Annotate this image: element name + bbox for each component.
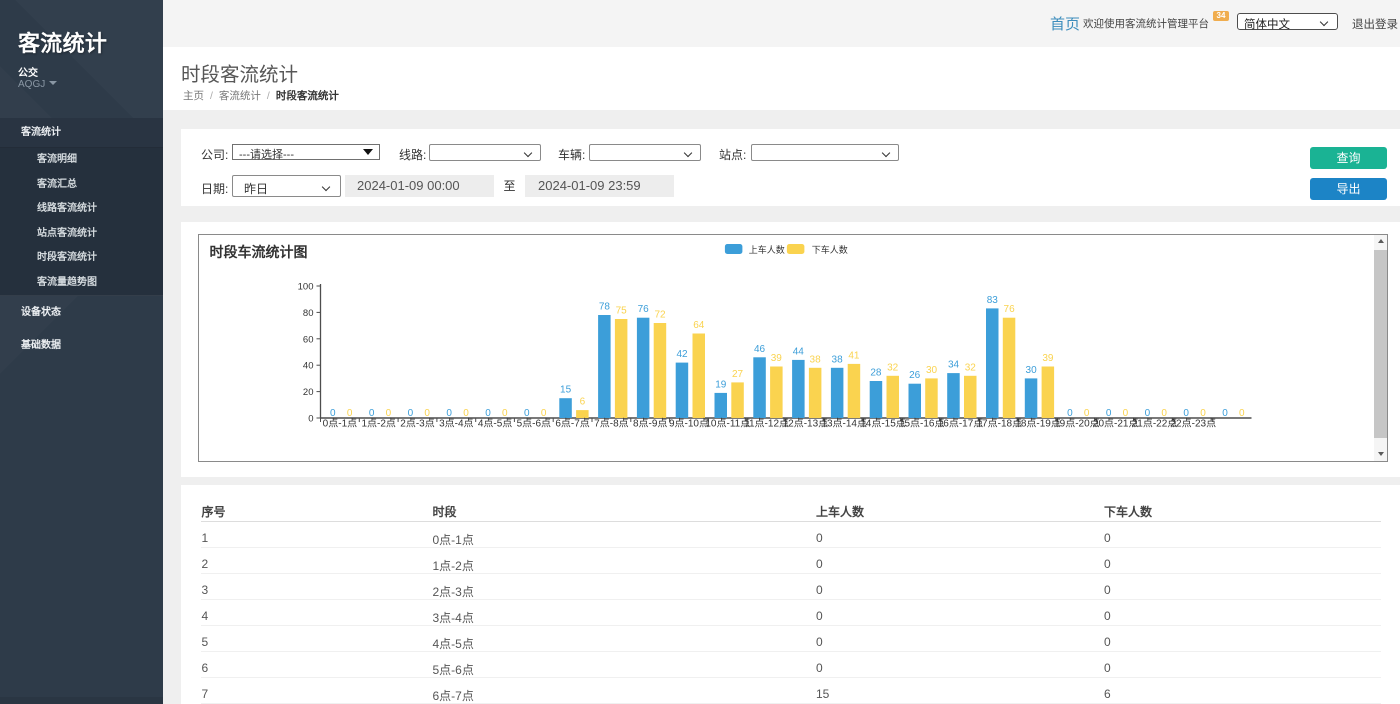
svg-text:0: 0 <box>1200 408 1206 419</box>
svg-text:46: 46 <box>753 344 765 355</box>
svg-text:75: 75 <box>615 306 627 317</box>
svg-text:32: 32 <box>964 362 976 373</box>
svg-text:64: 64 <box>693 320 705 331</box>
svg-text:0: 0 <box>368 408 374 419</box>
svg-text:9点-10点: 9点-10点 <box>668 418 708 430</box>
svg-text:0: 0 <box>346 408 352 419</box>
svg-text:27: 27 <box>731 369 743 380</box>
svg-text:0点-1点: 0点-1点 <box>322 418 356 430</box>
svg-text:0: 0 <box>1239 408 1245 419</box>
svg-text:7点-8点: 7点-8点 <box>594 418 628 430</box>
svg-text:0: 0 <box>385 408 391 419</box>
svg-text:76: 76 <box>1003 304 1015 315</box>
svg-text:32: 32 <box>887 362 899 373</box>
svg-text:4点-5点: 4点-5点 <box>477 418 511 430</box>
svg-text:60: 60 <box>302 334 313 345</box>
svg-text:0: 0 <box>524 408 530 419</box>
svg-text:0: 0 <box>407 408 413 419</box>
svg-text:78: 78 <box>598 302 610 313</box>
svg-text:0: 0 <box>1067 408 1073 419</box>
svg-text:20: 20 <box>302 387 313 398</box>
svg-text:42: 42 <box>676 349 688 360</box>
svg-text:28: 28 <box>870 368 882 379</box>
svg-text:0: 0 <box>1183 408 1189 419</box>
svg-text:0: 0 <box>502 408 508 419</box>
svg-text:80: 80 <box>302 308 313 319</box>
svg-text:40: 40 <box>302 361 313 372</box>
svg-text:0: 0 <box>330 408 336 419</box>
svg-text:39: 39 <box>1042 353 1054 364</box>
svg-text:8点-9点: 8点-9点 <box>632 418 666 430</box>
svg-text:34: 34 <box>947 360 959 371</box>
svg-text:30: 30 <box>1025 365 1037 376</box>
svg-text:5点-6点: 5点-6点 <box>516 418 550 430</box>
svg-text:39: 39 <box>770 353 782 364</box>
svg-text:83: 83 <box>986 295 998 306</box>
svg-text:6点-7点: 6点-7点 <box>555 418 589 430</box>
svg-text:44: 44 <box>792 346 804 357</box>
svg-text:0: 0 <box>485 408 491 419</box>
svg-text:22点-23点: 22点-23点 <box>1170 418 1216 430</box>
svg-text:41: 41 <box>848 350 860 361</box>
svg-text:0: 0 <box>424 408 430 419</box>
svg-text:下车人数: 下车人数 <box>811 244 847 255</box>
svg-text:0: 0 <box>1222 408 1228 419</box>
svg-text:6: 6 <box>579 397 585 408</box>
svg-text:0: 0 <box>1083 408 1089 419</box>
svg-text:0: 0 <box>1161 408 1167 419</box>
svg-text:15: 15 <box>560 385 572 396</box>
svg-text:38: 38 <box>831 354 843 365</box>
svg-text:0: 0 <box>540 408 546 419</box>
svg-text:3点-4点: 3点-4点 <box>439 418 473 430</box>
svg-text:0: 0 <box>1144 408 1150 419</box>
svg-text:1点-2点: 1点-2点 <box>361 418 395 430</box>
svg-text:0: 0 <box>463 408 469 419</box>
svg-text:0: 0 <box>446 408 452 419</box>
svg-text:上车人数: 上车人数 <box>748 244 784 255</box>
svg-text:76: 76 <box>637 304 649 315</box>
svg-text:2点-3点: 2点-3点 <box>400 418 434 430</box>
svg-text:26: 26 <box>909 370 921 381</box>
svg-text:38: 38 <box>809 354 821 365</box>
svg-text:72: 72 <box>654 310 666 321</box>
svg-text:0: 0 <box>1105 408 1111 419</box>
svg-text:30: 30 <box>925 365 937 376</box>
svg-text:100: 100 <box>297 282 313 293</box>
svg-text:0: 0 <box>1122 408 1128 419</box>
svg-text:19: 19 <box>715 379 727 390</box>
svg-text:0: 0 <box>308 414 313 425</box>
